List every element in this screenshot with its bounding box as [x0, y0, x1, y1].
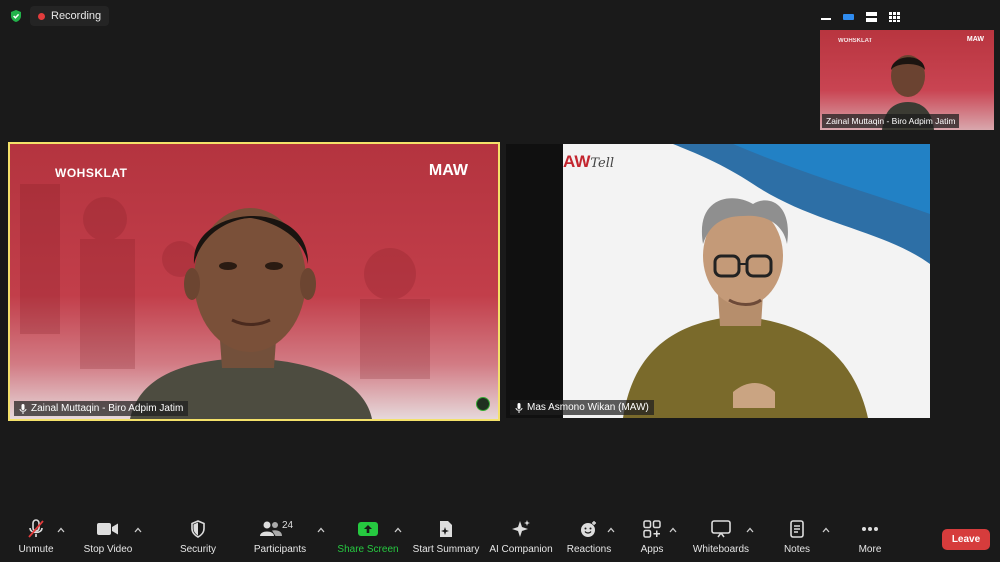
- thumbnail-name-tag: Zainal Muttaqin - Biro Adpim Jatim: [822, 114, 960, 128]
- unmute-button[interactable]: Unmute: [14, 518, 58, 562]
- stop-video-button[interactable]: Stop Video: [80, 518, 136, 562]
- participant-name: Zainal Muttaqin - Biro Adpim Jatim: [31, 403, 184, 414]
- more-label: More: [858, 544, 882, 555]
- muted-mic-icon: [27, 518, 45, 540]
- recording-indicator[interactable]: Recording: [30, 6, 110, 26]
- security-button[interactable]: Security: [176, 518, 220, 562]
- participants-button[interactable]: 24 Participants: [252, 518, 308, 562]
- thumbnail-brand-logo: MAW: [966, 36, 984, 43]
- video-tile-zainal[interactable]: WOHSKLAT MAW Zainal Muttaqin - Biro Adpi…: [8, 142, 500, 421]
- participant-video: AWTell: [563, 144, 930, 418]
- whiteboards-label: Whiteboards: [692, 544, 750, 555]
- meeting-toolbar: Unmute Stop Video Security 24 Participan…: [0, 518, 1000, 562]
- ai-companion-label: AI Companion: [489, 544, 553, 555]
- notes-label: Notes: [783, 544, 811, 555]
- video-tile-maw[interactable]: AWTell Mas Asmono Wikan (MAW): [506, 144, 930, 418]
- chevron-up-icon[interactable]: [822, 527, 830, 533]
- more-button[interactable]: More: [852, 518, 888, 562]
- share-screen-icon: [358, 518, 378, 540]
- share-screen-button[interactable]: Share Screen: [337, 518, 399, 562]
- chevron-up-icon[interactable]: [394, 527, 402, 533]
- audio-activity-icon: [476, 397, 490, 411]
- recording-dot-icon: [38, 12, 45, 20]
- minimize-icon[interactable]: [820, 12, 831, 22]
- muted-mic-icon: [19, 403, 27, 414]
- self-view-thumbnail[interactable]: WOHSKLAT MAW Zainal Muttaqin - Biro Adpi…: [820, 30, 994, 130]
- leave-button[interactable]: Leave: [942, 529, 990, 550]
- apps-button[interactable]: Apps: [634, 518, 670, 562]
- gallery-view-icon[interactable]: [889, 12, 900, 22]
- thumbnail-talkshow-text: WOHSKLAT: [838, 38, 873, 44]
- shield-icon: [190, 518, 206, 540]
- whiteboards-button[interactable]: Whiteboards: [690, 518, 752, 562]
- speaker-view-icon[interactable]: [866, 12, 877, 22]
- apps-label: Apps: [640, 544, 664, 555]
- participant-name: Mas Asmono Wikan (MAW): [527, 402, 649, 413]
- muted-mic-icon: [515, 402, 523, 413]
- participant-video: [20, 184, 430, 419]
- chevron-up-icon[interactable]: [669, 527, 677, 533]
- chevron-up-icon[interactable]: [317, 527, 325, 533]
- summary-icon: [438, 518, 454, 540]
- participants-label: Participants: [253, 544, 307, 555]
- stop-video-label: Stop Video: [83, 544, 133, 555]
- view-switcher: [820, 12, 900, 22]
- unmute-label: Unmute: [18, 544, 54, 555]
- apps-icon: [643, 518, 661, 540]
- sparkle-icon: [511, 518, 531, 540]
- whiteboard-icon: [711, 518, 731, 540]
- participant-count: 24: [282, 520, 294, 531]
- chevron-up-icon[interactable]: [607, 527, 615, 533]
- reactions-button[interactable]: Reactions: [566, 518, 612, 562]
- start-summary-label: Start Summary: [412, 544, 480, 555]
- talkshow-watermark: WOHSKLAT: [55, 166, 128, 180]
- chevron-up-icon[interactable]: [746, 527, 754, 533]
- chevron-up-icon[interactable]: [134, 527, 142, 533]
- notes-button[interactable]: Notes: [776, 518, 818, 562]
- security-label: Security: [179, 544, 217, 555]
- start-summary-button[interactable]: Start Summary: [412, 518, 480, 562]
- chevron-up-icon[interactable]: [57, 527, 65, 533]
- notes-icon: [789, 518, 805, 540]
- thumbnail-view-icon[interactable]: [843, 12, 854, 22]
- video-camera-icon: [97, 518, 119, 540]
- shield-check-icon[interactable]: [9, 9, 23, 23]
- participants-icon: 24: [260, 518, 300, 540]
- recording-label: Recording: [51, 10, 102, 22]
- participant-name-tag: Zainal Muttaqin - Biro Adpim Jatim: [14, 401, 189, 416]
- emoji-icon: [580, 518, 598, 540]
- ellipsis-icon: [861, 518, 879, 540]
- share-screen-label: Share Screen: [337, 544, 399, 555]
- participant-name-tag: Mas Asmono Wikan (MAW): [510, 400, 654, 415]
- reactions-label: Reactions: [566, 544, 612, 555]
- ai-companion-button[interactable]: AI Companion: [488, 518, 554, 562]
- maw-logo: AWTell: [563, 152, 615, 171]
- maw-logo: MAW: [428, 162, 468, 179]
